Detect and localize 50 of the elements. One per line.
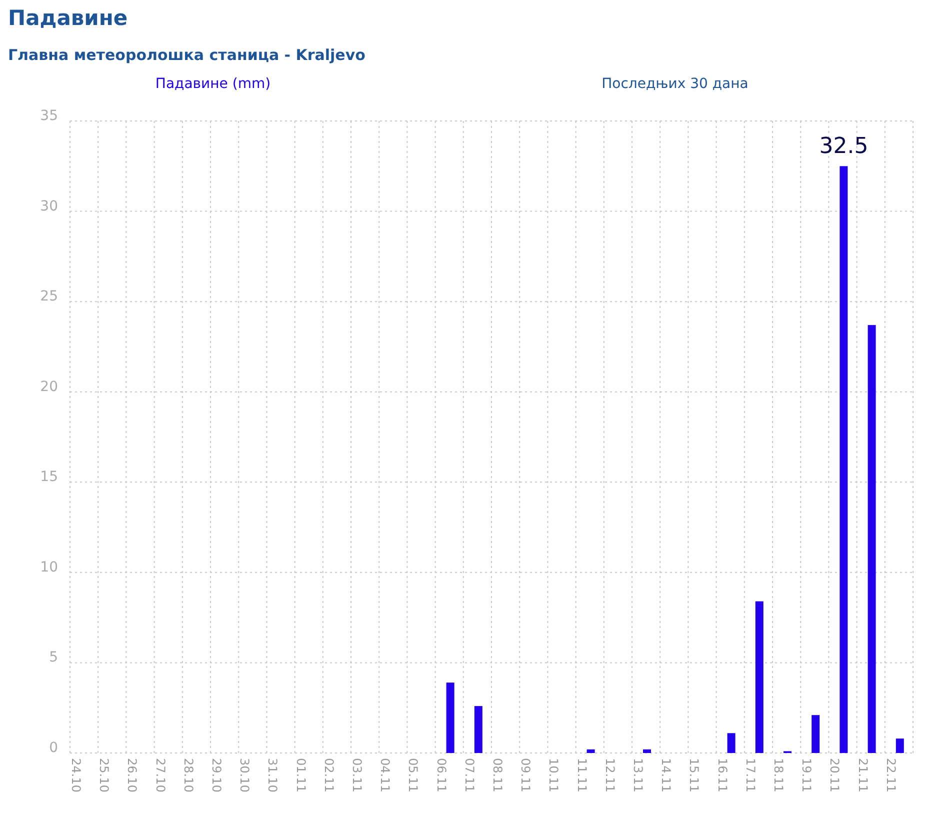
x-tick-label: 27.10 (153, 758, 168, 792)
y-tick-label: 20 (40, 378, 58, 395)
precipitation-bar (474, 706, 482, 753)
x-tick-label: 05.11 (406, 758, 420, 792)
x-tick-label: 15.11 (687, 758, 702, 792)
precipitation-bar (586, 749, 595, 753)
y-tick-label: 30 (40, 198, 58, 214)
x-tick-label: 08.11 (490, 758, 504, 792)
x-tick-label: 26.10 (125, 758, 140, 792)
precipitation-bar (727, 733, 736, 753)
x-tick-label: 02.11 (322, 758, 336, 792)
x-tick-label: 16.11 (715, 758, 730, 792)
page-title: Падавине (8, 5, 129, 32)
y-tick-label: 35 (40, 108, 58, 124)
x-tick-label: 22.11 (884, 758, 898, 792)
y-tick-label: 0 (49, 740, 58, 756)
x-tick-label: 20.11 (828, 758, 842, 792)
x-tick-label: 25.10 (97, 758, 112, 792)
x-tick-label: 24.10 (69, 758, 83, 792)
x-tick-label: 28.10 (181, 758, 196, 792)
legend-label: Падавине (mm) (155, 76, 271, 92)
x-tick-label: 10.11 (546, 758, 561, 792)
x-tick-label: 31.10 (266, 758, 280, 792)
x-tick-label: 09.11 (518, 758, 533, 792)
y-tick-label: 15 (40, 469, 58, 486)
precipitation-bar (812, 715, 820, 753)
x-tick-label: 21.11 (856, 758, 870, 792)
x-tick-label: 29.10 (210, 758, 224, 792)
precipitation-bar (643, 749, 651, 753)
x-tick-label: 07.11 (462, 758, 476, 792)
x-tick-label: 03.11 (350, 758, 364, 792)
precipitation-bar (446, 682, 454, 753)
x-tick-label: 11.11 (574, 758, 589, 792)
y-tick-label: 25 (40, 288, 58, 305)
y-tick-label: 5 (49, 650, 58, 666)
x-tick-label: 12.11 (602, 758, 617, 792)
y-tick-label: 10 (40, 559, 58, 576)
chart-title: Последњих 30 дана (602, 76, 748, 92)
x-tick-label: 01.11 (294, 758, 308, 792)
x-tick-label: 17.11 (743, 758, 758, 792)
x-tick-label: 19.11 (800, 758, 814, 792)
x-tick-label: 04.11 (378, 758, 392, 792)
precipitation-bar (896, 738, 904, 753)
x-tick-label: 06.11 (434, 758, 448, 792)
station-name: Главна метеоролошка станица - Kraljevo (8, 45, 366, 65)
x-tick-label: 30.10 (238, 758, 252, 792)
x-tick-label: 13.11 (631, 758, 645, 792)
x-tick-label: 14.11 (659, 758, 674, 792)
x-tick-label: 18.11 (772, 758, 786, 792)
value-label: 32.5 (819, 134, 868, 160)
